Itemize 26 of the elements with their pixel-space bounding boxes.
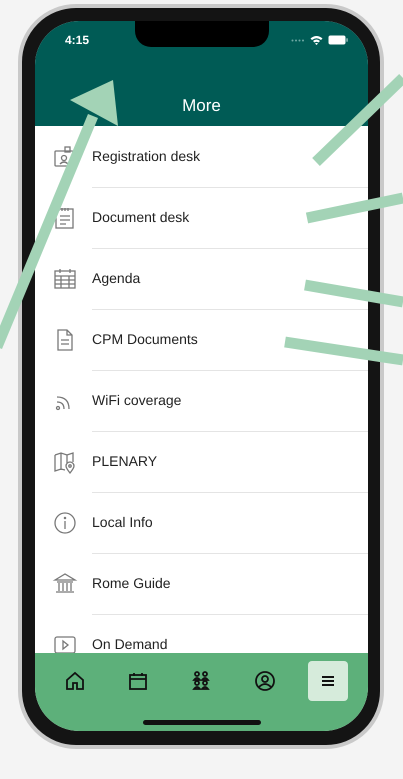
battery-icon — [328, 35, 348, 45]
menu-label: Registration desk — [92, 148, 200, 164]
menu-label: Document desk — [92, 209, 190, 225]
menu-item[interactable]: Local Info — [35, 492, 368, 553]
home-icon — [64, 670, 86, 692]
calendar-icon — [127, 670, 150, 692]
status-time: 4:15 — [65, 33, 90, 47]
screen-title: More — [181, 96, 222, 116]
menu-label: PLENARY — [92, 453, 158, 469]
menu-label: Local Info — [92, 514, 153, 530]
menu-item[interactable]: WiFi coverage — [35, 370, 368, 431]
menu-label: WiFi coverage — [92, 392, 182, 408]
menu-label: Agenda — [92, 270, 140, 286]
info-icon — [52, 510, 78, 536]
menu-item[interactable]: CPM Documents — [35, 309, 368, 370]
menu-label: On Demand — [92, 636, 168, 652]
signal-icon — [291, 38, 305, 42]
wifi-icon — [310, 35, 323, 45]
menu-label: CPM Documents — [92, 331, 198, 347]
menu-item[interactable]: Rome Guide — [35, 553, 368, 614]
menu-item[interactable]: PLENARY — [35, 431, 368, 492]
people-icon — [190, 670, 212, 692]
tab-button[interactable] — [308, 661, 348, 701]
user-icon — [254, 670, 276, 692]
menu-label: Rome Guide — [92, 575, 171, 591]
menu-item[interactable]: Agenda — [35, 248, 368, 309]
